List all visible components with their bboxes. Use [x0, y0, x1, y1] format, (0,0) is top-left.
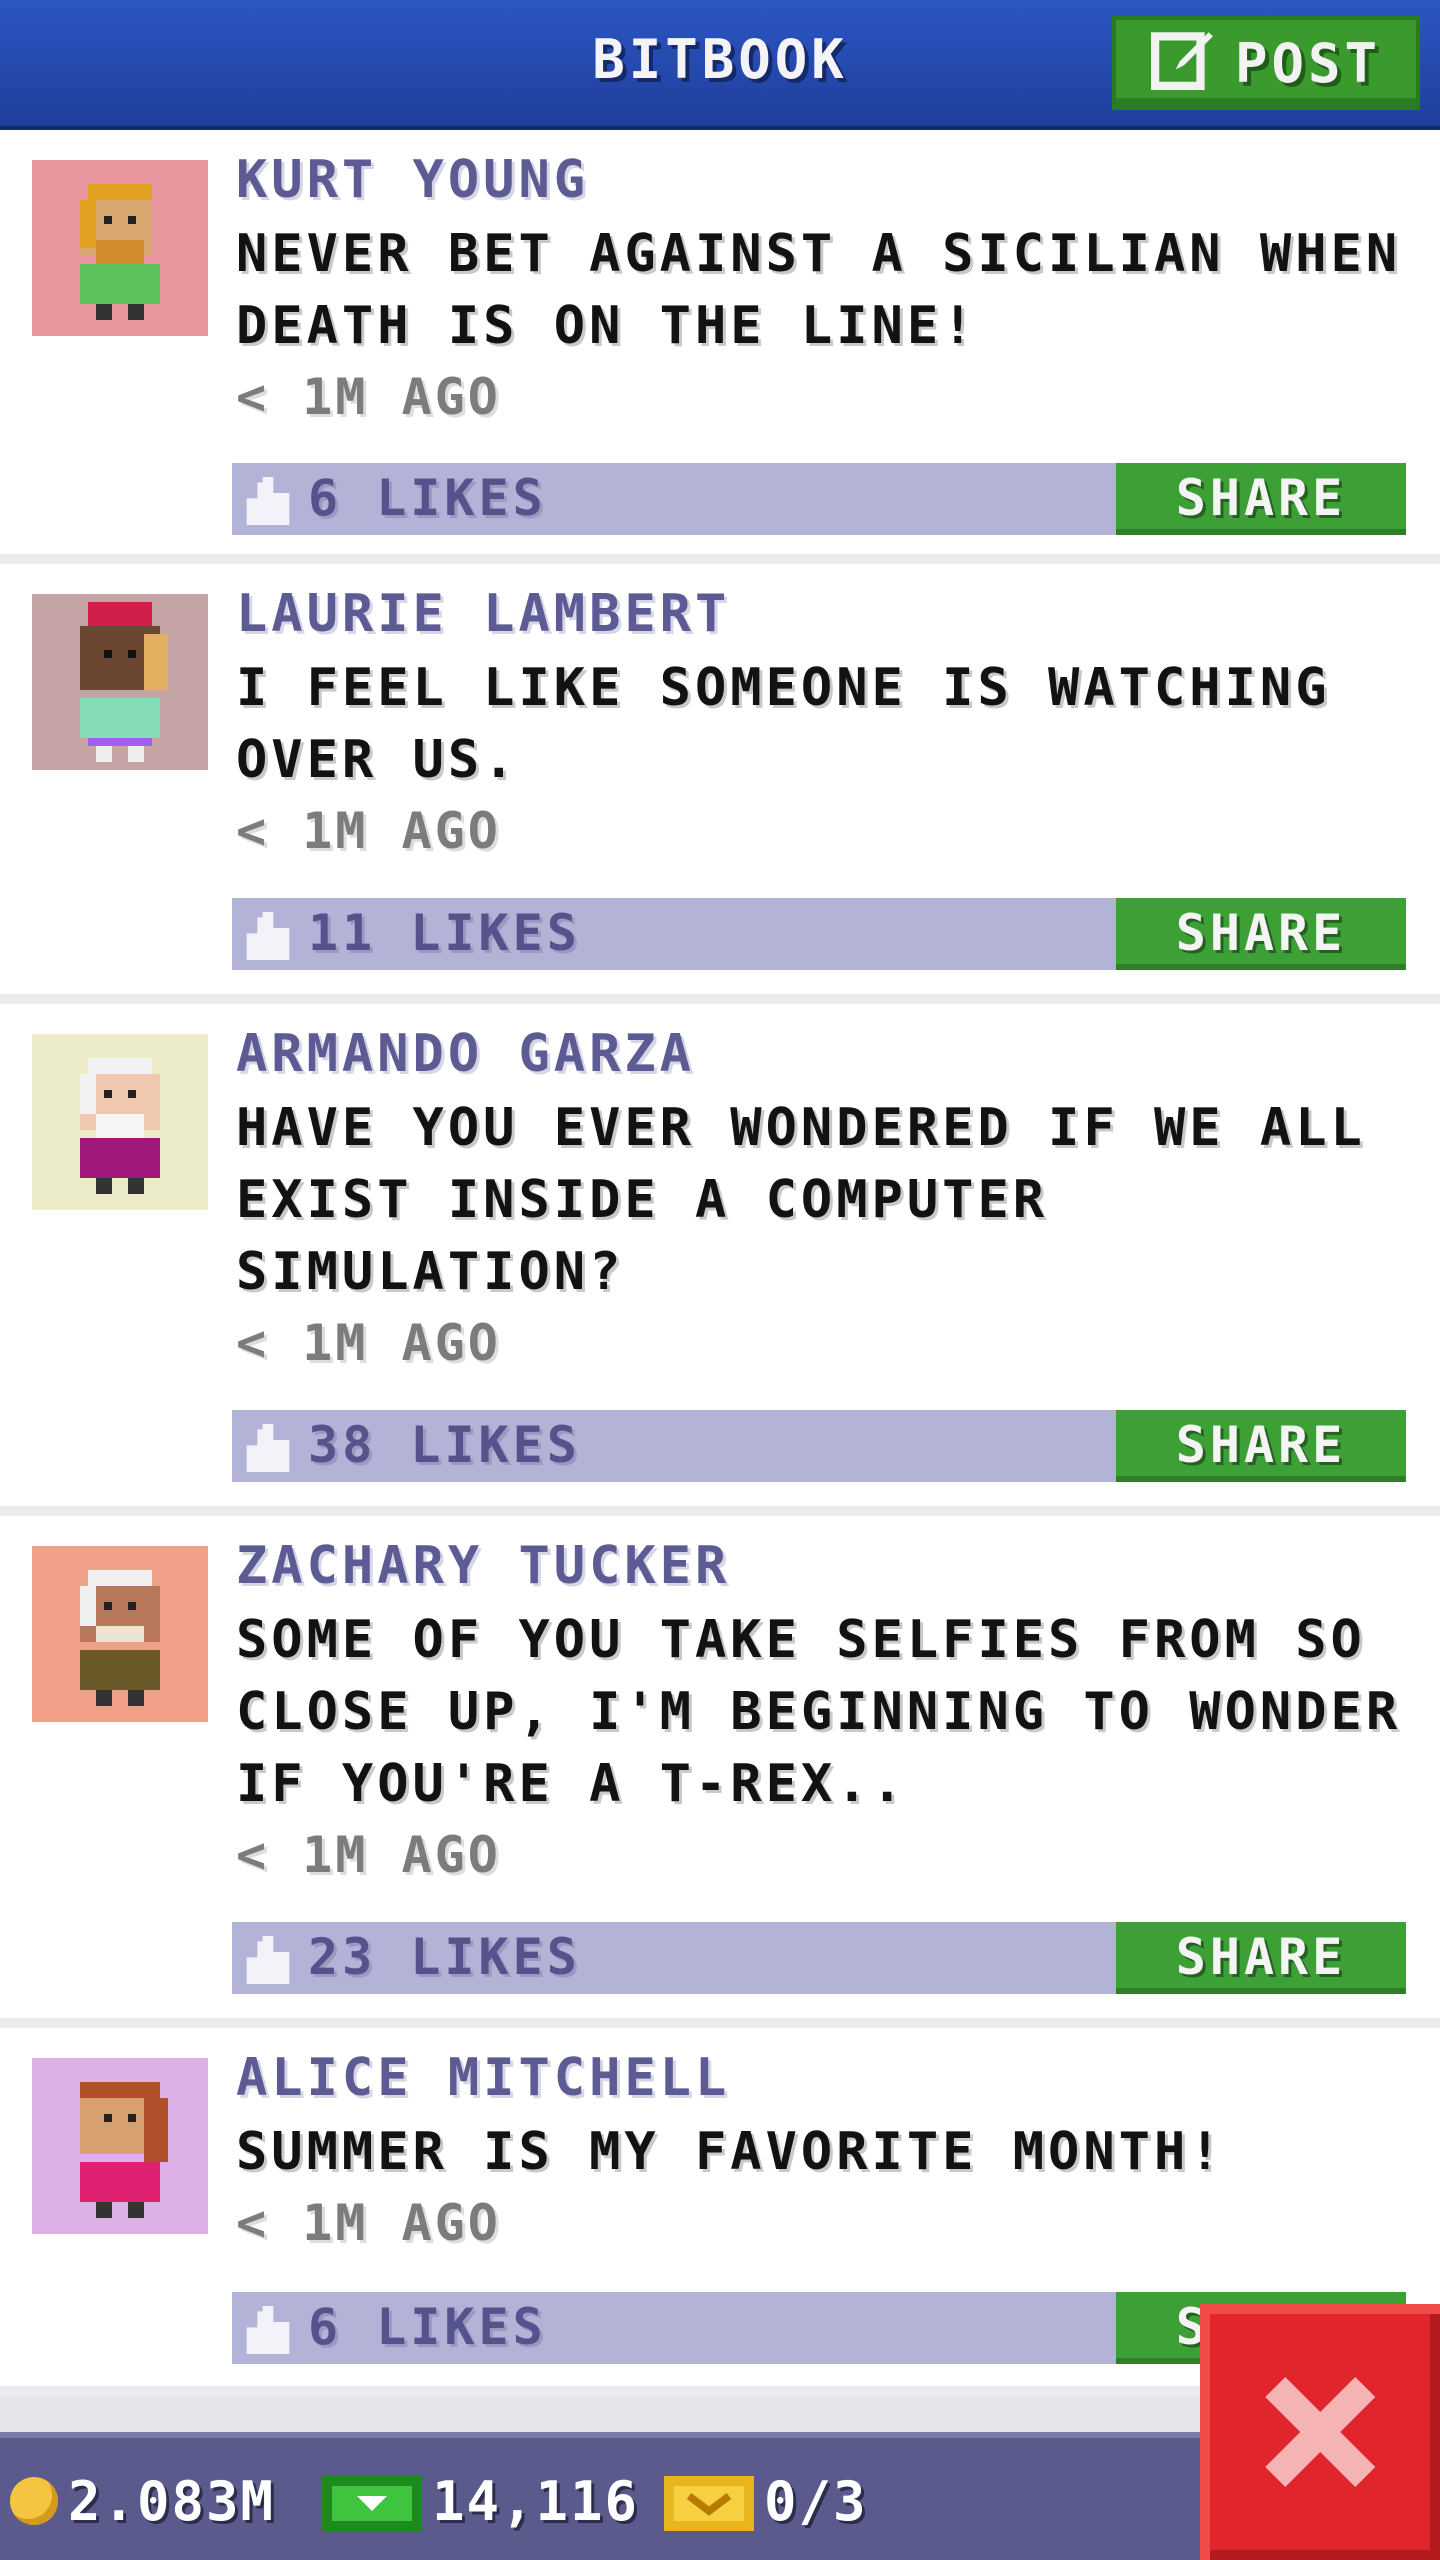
feed-post: ZACHARY TUCKER SOME OF YOU TAKE SELFIES … [0, 1516, 1440, 2028]
thumbs-up-icon[interactable] [246, 1424, 290, 1472]
like-bar: 11 LIKES SHARE [232, 898, 1406, 970]
post-author[interactable]: ARMANDO GARZA [236, 1024, 1408, 1084]
post-message: NEVER BET AGAINST A SICILIAN WHEN DEATH … [236, 224, 1402, 356]
post-time: < 1M AGO [236, 1314, 501, 1372]
thumbs-up-icon[interactable] [246, 477, 290, 525]
post-time: < 1M AGO [236, 1826, 501, 1884]
thumbs-up-icon[interactable] [246, 912, 290, 960]
post-button[interactable]: POST [1112, 16, 1420, 110]
post-button-label: POST [1234, 31, 1382, 95]
like-bar: 6 LIKES SHARE [232, 463, 1406, 535]
coins-value: 2.083M [68, 2469, 276, 2533]
like-count: 38 LIKES [308, 1416, 581, 1474]
like-count: 6 LIKES [308, 2298, 547, 2356]
bux-stat[interactable]: 14,116 [322, 2466, 639, 2536]
share-button[interactable]: SHARE [1116, 1922, 1406, 1994]
avatar[interactable] [32, 2058, 208, 2234]
thumbs-up-icon[interactable] [246, 1936, 290, 1984]
feed[interactable]: KURT YOUNG NEVER BET AGAINST A SICILIAN … [0, 130, 1440, 2430]
top-bar: BITBOOK POST [0, 0, 1440, 130]
post-message: SUMMER IS MY FAVORITE MONTH! [236, 2122, 1225, 2182]
like-count: 23 LIKES [308, 1928, 581, 1986]
avatar[interactable] [32, 594, 208, 770]
bux-value: 14,116 [432, 2469, 640, 2533]
post-content: LAURIE LAMBERT I FEEL LIKE SOMEONE IS WA… [236, 584, 1408, 866]
avatar[interactable] [32, 160, 208, 336]
post-time: < 1M AGO [236, 2194, 501, 2252]
post-message: SOME OF YOU TAKE SELFIES FROM SO CLOSE U… [236, 1610, 1402, 1814]
like-count: 11 LIKES [308, 904, 581, 962]
avatar[interactable] [32, 1546, 208, 1722]
post-content: KURT YOUNG NEVER BET AGAINST A SICILIAN … [236, 150, 1408, 432]
post-message: I FEEL LIKE SOMEONE IS WATCHING OVER US. [236, 658, 1331, 790]
post-author[interactable]: KURT YOUNG [236, 150, 1408, 210]
coin-icon [10, 2477, 58, 2525]
bux-icon [322, 2476, 422, 2531]
post-message: HAVE YOU EVER WONDERED IF WE ALL EXIST I… [236, 1098, 1366, 1302]
feed-post: KURT YOUNG NEVER BET AGAINST A SICILIAN … [0, 130, 1440, 564]
share-button[interactable]: SHARE [1116, 1410, 1406, 1482]
tickets-value: 0/3 [764, 2469, 868, 2533]
share-button[interactable]: SHARE [1116, 463, 1406, 535]
like-bar: 38 LIKES SHARE [232, 1410, 1406, 1482]
ticket-icon [664, 2476, 754, 2531]
post-time: < 1M AGO [236, 802, 501, 860]
like-count: 6 LIKES [308, 469, 547, 527]
close-icon [1265, 2377, 1375, 2487]
like-bar: 23 LIKES SHARE [232, 1922, 1406, 1994]
edit-icon [1150, 24, 1217, 103]
avatar[interactable] [32, 1034, 208, 1210]
post-content: ALICE MITCHELL SUMMER IS MY FAVORITE MON… [236, 2048, 1408, 2258]
coins-stat: 2.083M [10, 2466, 275, 2536]
post-author[interactable]: ALICE MITCHELL [236, 2048, 1408, 2108]
post-author[interactable]: LAURIE LAMBERT [236, 584, 1408, 644]
feed-post: LAURIE LAMBERT I FEEL LIKE SOMEONE IS WA… [0, 564, 1440, 1004]
post-author[interactable]: ZACHARY TUCKER [236, 1536, 1408, 1596]
share-button[interactable]: SHARE [1116, 898, 1406, 970]
post-time: < 1M AGO [236, 368, 501, 426]
post-content: ZACHARY TUCKER SOME OF YOU TAKE SELFIES … [236, 1536, 1408, 1890]
tickets-stat[interactable]: 0/3 [664, 2466, 868, 2536]
close-button[interactable] [1200, 2304, 1440, 2560]
thumbs-up-icon[interactable] [246, 2306, 290, 2354]
feed-post: ARMANDO GARZA HAVE YOU EVER WONDERED IF … [0, 1004, 1440, 1516]
post-content: ARMANDO GARZA HAVE YOU EVER WONDERED IF … [236, 1024, 1408, 1378]
